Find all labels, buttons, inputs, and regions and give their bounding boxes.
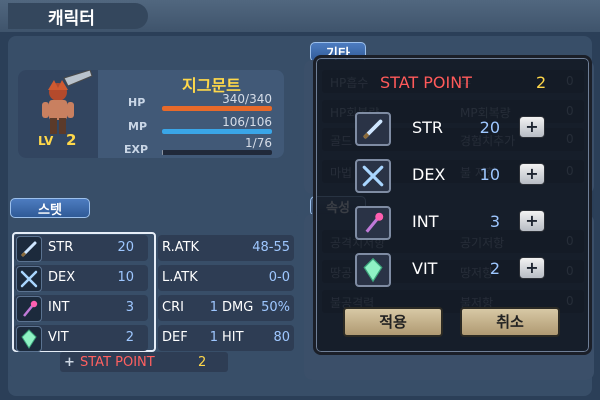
window-title: 캐릭터 <box>48 9 95 29</box>
stat-point-plus-icon[interactable]: + <box>64 355 75 370</box>
stat-name: DEX <box>48 270 76 285</box>
mp-bar-fill <box>162 129 272 134</box>
dialog-stat-name: INT <box>412 212 439 231</box>
stat-value: 20 <box>117 240 134 255</box>
add-dex-button[interactable]: + <box>519 163 545 185</box>
exp-value: 1/76 <box>245 136 272 150</box>
mp-bar <box>162 129 272 134</box>
add-int-button[interactable]: + <box>519 210 545 232</box>
crystal-icon <box>355 253 391 287</box>
portrait-frame <box>18 69 98 158</box>
derived-label: R.ATK <box>162 240 200 255</box>
stat-value: 10 <box>117 270 134 285</box>
stat-name: STR <box>48 240 74 255</box>
dialog-points: 2 <box>536 73 547 92</box>
mp-label: MP <box>128 120 148 133</box>
derived-value: 1 <box>209 330 218 345</box>
hp-value: 340/340 <box>222 92 272 106</box>
dialog-stat-value: 3 <box>489 212 500 231</box>
mp-value: 106/106 <box>222 115 272 129</box>
exp-label: EXP <box>124 143 149 156</box>
derived-value: 1 <box>209 300 218 315</box>
stat-point-value: 2 <box>198 355 207 370</box>
hp-label: HP <box>128 96 146 109</box>
derived-value-secondary: 80 <box>273 330 290 345</box>
stat-name: INT <box>48 300 70 315</box>
stat-value: 2 <box>125 330 134 345</box>
dialog-stat-value: 10 <box>479 165 500 184</box>
stat-value: 3 <box>125 300 134 315</box>
add-str-button[interactable]: + <box>519 116 545 138</box>
dialog-stat-value: 2 <box>489 259 500 278</box>
derived-label: DEF <box>162 330 188 345</box>
stat-name: VIT <box>48 330 69 345</box>
dialog-stat-value: 20 <box>479 118 500 137</box>
crossed-blades-icon <box>355 159 391 193</box>
sword-icon <box>355 112 391 146</box>
cancel-button[interactable]: 취소 <box>460 307 560 337</box>
add-vit-button[interactable]: + <box>519 257 545 279</box>
sword-icon <box>16 236 42 262</box>
dialog-stat-name: DEX <box>412 165 446 184</box>
crystal-icon <box>16 326 42 352</box>
character-portrait-icon <box>42 69 93 134</box>
apply-button[interactable]: 적용 <box>343 307 443 337</box>
tab-stats[interactable]: 스텟 <box>10 198 90 218</box>
derived-value-secondary: 50% <box>261 300 290 315</box>
derived-label-secondary: DMG <box>222 300 254 315</box>
stat-point-label: STAT POINT <box>80 355 155 370</box>
crossed-blades-icon <box>16 266 42 292</box>
dialog-stat-name: STR <box>412 118 444 137</box>
exp-bar <box>162 150 272 155</box>
derived-value: 0-0 <box>268 270 290 285</box>
exp-bar-fill <box>162 150 164 155</box>
staff-icon <box>16 296 42 322</box>
dialog-stat-name: VIT <box>412 259 438 278</box>
dialog-title: STAT POINT <box>380 73 472 92</box>
derived-value: 48-55 <box>252 240 290 255</box>
hp-bar-fill <box>162 106 272 111</box>
derived-label-secondary: HIT <box>222 330 244 345</box>
level-value: 2 <box>66 131 77 149</box>
staff-icon <box>355 206 391 240</box>
hp-bar <box>162 106 272 111</box>
level-label: LV <box>38 134 54 148</box>
derived-label: L.ATK <box>162 270 198 285</box>
derived-label: CRI <box>162 300 184 315</box>
